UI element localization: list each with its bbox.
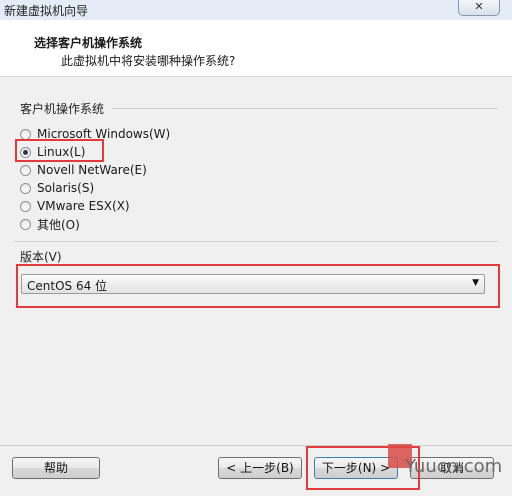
radio-button-icon[interactable]	[20, 164, 31, 176]
page-title: 选择客户机操作系统	[34, 36, 143, 50]
help-button[interactable]: 帮助	[12, 457, 100, 479]
title-bar: 新建虚拟机向导 ✕	[0, 0, 512, 20]
radio-button-icon[interactable]	[20, 200, 31, 212]
os-group-divider	[112, 108, 498, 109]
radio-vmware-esx[interactable]: VMware ESX(X)	[20, 197, 130, 215]
radio-button-icon[interactable]	[20, 128, 31, 140]
highlight-box-linux	[15, 139, 104, 162]
highlight-box-version	[16, 264, 500, 308]
radio-solaris[interactable]: Solaris(S)	[20, 179, 94, 197]
os-group-label: 客户机操作系统	[20, 102, 105, 116]
window-title: 新建虚拟机向导	[4, 4, 89, 18]
section-divider	[14, 241, 498, 242]
radio-button-icon[interactable]	[20, 182, 31, 194]
wizard-header: 选择客户机操作系统 此虚拟机中将安装哪种操作系统?	[0, 20, 512, 77]
radio-label: Solaris(S)	[37, 181, 95, 195]
footer-divider	[0, 445, 512, 446]
radio-netware[interactable]: Novell NetWare(E)	[20, 161, 147, 179]
version-label: 版本(V)	[20, 250, 62, 264]
close-button[interactable]: ✕	[458, 0, 500, 16]
radio-label: VMware ESX(X)	[37, 199, 130, 213]
page-subtitle: 此虚拟机中将安装哪种操作系统?	[61, 54, 236, 68]
close-icon: ✕	[474, 0, 484, 13]
radio-label: Novell NetWare(E)	[37, 163, 147, 177]
back-button[interactable]: < 上一步(B)	[218, 457, 302, 479]
radio-other[interactable]: 其他(O)	[20, 215, 80, 233]
radio-button-icon[interactable]	[20, 218, 31, 230]
watermark-text: Yuucn.com	[405, 456, 503, 477]
radio-label: 其他(O)	[37, 217, 80, 232]
